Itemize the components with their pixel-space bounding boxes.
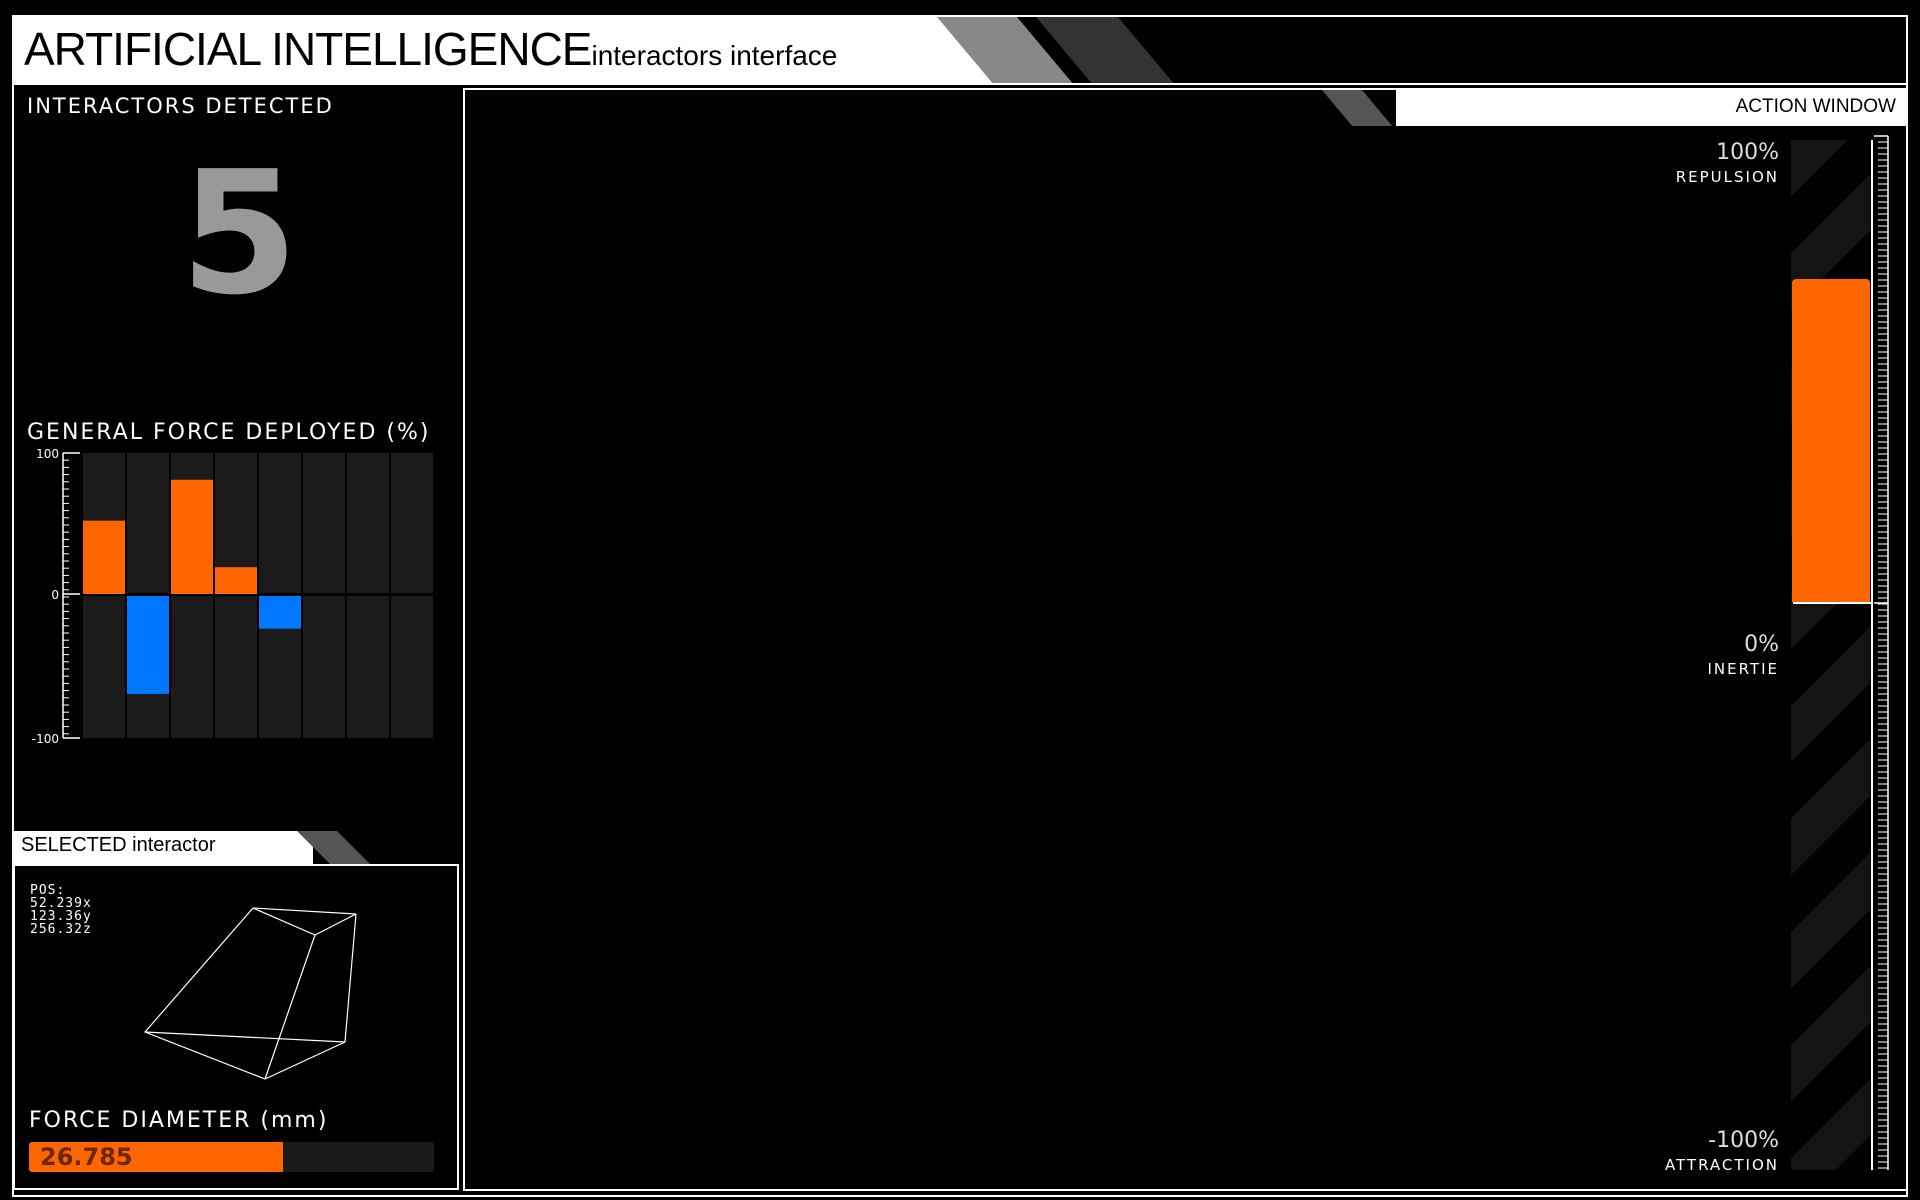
gauge-axis xyxy=(1871,140,1873,1170)
selected-interactor-tab: SELECTED interactor xyxy=(13,831,313,864)
chart-column-bg xyxy=(303,596,345,738)
chart-bar xyxy=(171,479,213,594)
chart-column-bg xyxy=(303,453,345,593)
chart-tick-label: 0 xyxy=(51,588,59,602)
title-main: ARTIFICIAL INTELLIGENCE xyxy=(24,23,592,75)
force-diameter-value: 26.785 xyxy=(40,1143,133,1171)
gauge-mid-percent: 0% xyxy=(1744,632,1779,657)
chart-column-bg xyxy=(347,596,389,738)
chart-column-bg xyxy=(391,453,433,593)
chart-column-bg xyxy=(391,596,433,738)
gauge-zero-line xyxy=(1793,602,1872,604)
gauge-top-label: REPULSION xyxy=(1675,168,1779,186)
pos-z: 256.32z xyxy=(30,922,92,937)
gauge-bot-percent: -100% xyxy=(1708,1128,1779,1153)
chart-tick-label: -100 xyxy=(32,732,59,746)
chart-column-bg xyxy=(83,596,125,738)
force-diameter-label: FORCE DIAMETER (mm) xyxy=(29,1108,329,1133)
gauge-ruler xyxy=(1874,135,1889,1170)
header-divider xyxy=(12,83,1908,85)
chart-tick-label: 100 xyxy=(36,447,59,461)
chart-bar xyxy=(215,567,257,594)
gauge-top-percent: 100% xyxy=(1716,140,1779,165)
chart-bar xyxy=(127,596,169,694)
gauge-bot-label: ATTRACTION xyxy=(1664,1156,1779,1174)
chart-column-bg xyxy=(259,453,301,593)
position-readout: POS: 52.239x 123.36y 256.32z xyxy=(30,884,92,936)
chart-column-bg xyxy=(347,453,389,593)
action-window-title: ACTION WINDOW xyxy=(1396,90,1906,126)
interactors-label: INTERACTORS DETECTED xyxy=(27,94,334,118)
interactor-count: 5 xyxy=(180,135,299,333)
gauge-mid-label: INERTIE xyxy=(1707,660,1779,678)
app-title: ARTIFICIAL INTELLIGENCEinteractors inter… xyxy=(24,22,837,76)
chart-bar xyxy=(83,520,125,594)
force-bar-chart: 100 0 -100 xyxy=(32,447,433,746)
chart-bar xyxy=(259,596,301,629)
action-window[interactable] xyxy=(463,88,1908,1191)
chart-column-bg xyxy=(215,596,257,738)
chart-column-bg xyxy=(127,453,169,593)
title-subtitle: interactors interface xyxy=(591,40,838,71)
force-gauge-fill xyxy=(1792,278,1870,602)
chart-column-bg xyxy=(171,596,213,738)
